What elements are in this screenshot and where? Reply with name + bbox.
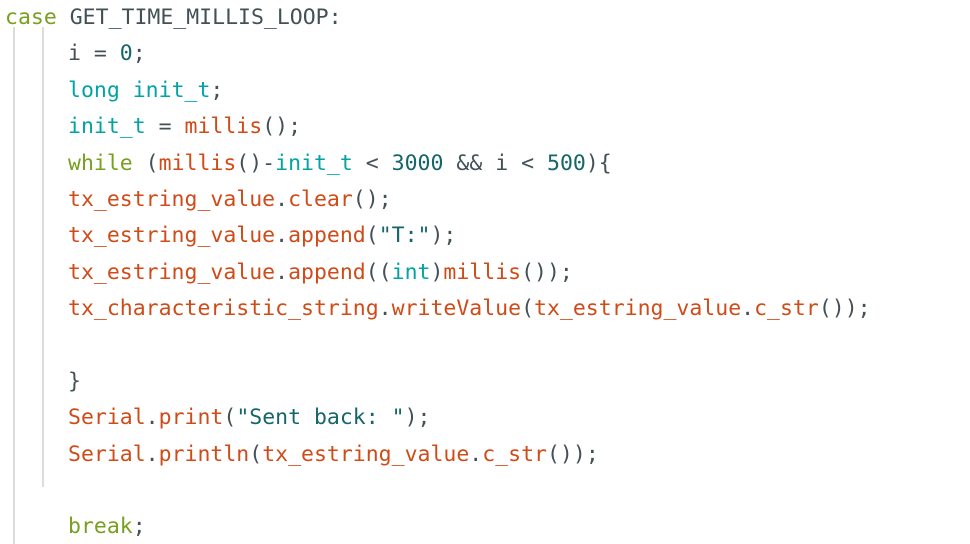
code-token-plain: (( [365, 259, 392, 285]
code-token-plain: . [469, 441, 483, 467]
code-line[interactable]: tx_estring_value.append((int)millis()); [0, 255, 970, 291]
code-token-plain: ( [521, 296, 535, 322]
code-line[interactable]: case GET_TIME_MILLIS_LOOP: [0, 0, 970, 36]
code-token-fn: millis [158, 150, 237, 176]
code-token-plain: ()); [521, 259, 573, 285]
code-token-plain: = [145, 114, 185, 140]
code-token-fn: print [158, 405, 224, 431]
code-token-plain: . [145, 441, 159, 467]
code-line[interactable]: while (millis()-init_t < 3000 && i < 500… [0, 146, 970, 182]
code-token-plain: = [93, 41, 120, 67]
code-token-plain: ; [210, 77, 224, 103]
code-line[interactable]: } [0, 364, 970, 400]
code-token-fn: tx_estring_value [68, 223, 276, 249]
code-token-fn: tx_characteristic_string [68, 296, 379, 322]
code-token-plain: } [68, 368, 81, 394]
code-line[interactable]: break; [0, 509, 970, 544]
code-token-fn: writeValue [391, 296, 522, 322]
code-line[interactable] [0, 473, 970, 509]
code-token-plain: . [145, 405, 159, 431]
code-token-fn: println [158, 441, 250, 467]
code-token-fn: clear [288, 186, 353, 212]
code-token-plain: . [275, 259, 289, 285]
code-token-type: init_t [275, 150, 353, 176]
code-token-kw: while [68, 150, 133, 176]
code-token-kw: break [68, 514, 133, 540]
code-token-fn: append [288, 223, 366, 249]
code-token-fn: append [288, 259, 366, 285]
code-token-type: long [68, 77, 120, 103]
code-token-plain: ){ [585, 150, 612, 176]
code-token-plain: (); [262, 114, 302, 140]
code-token-fn: c_str [754, 296, 819, 322]
code-token-plain: ( [223, 405, 237, 431]
code-token-plain: . [741, 296, 755, 322]
code-token-type: init_t [132, 77, 211, 103]
code-token-num: 3000 [391, 150, 444, 176]
code-token-plain: (); [352, 186, 392, 212]
code-token-fn: Serial [68, 441, 146, 467]
code-token-plain: i [68, 41, 94, 67]
code-token-fn: tx_estring_value [68, 186, 276, 212]
code-line[interactable]: i = 0; [0, 36, 970, 72]
code-token-fn: tx_estring_value [68, 259, 276, 285]
code-editor-surface: case GET_TIME_MILLIS_LOOP: i = 0; long ini… [0, 0, 970, 544]
code-token-str: "T:" [378, 223, 431, 249]
code-token-plain: ()); [546, 441, 599, 467]
code-token-plain: ( [365, 223, 379, 249]
code-line[interactable] [0, 328, 970, 364]
code-token-fn: tx_estring_value [262, 441, 470, 467]
code-line[interactable]: Serial.print("Sent back: "); [0, 400, 970, 436]
code-token-type: init_t [68, 114, 146, 140]
code-token-plain: . [378, 296, 392, 322]
code-token-fn: millis [184, 114, 263, 140]
code-token-plain: ( [249, 441, 263, 467]
code-token-type: int [391, 259, 431, 285]
code-token-plain: ; [132, 41, 146, 67]
code-token-plain: ()- [236, 150, 276, 176]
code-token-fn: c_str [482, 441, 547, 467]
code-token-plain: ()); [818, 296, 871, 322]
code-token-plain: ); [430, 223, 457, 249]
code-token-plain: ( [132, 150, 159, 176]
code-token-plain: ; [132, 514, 146, 540]
code-token-plain: && i < [443, 150, 547, 176]
code-line[interactable]: Serial.println(tx_estring_value.c_str())… [0, 437, 970, 473]
code-token-plain: . [275, 223, 289, 249]
code-token-fn: millis [443, 259, 522, 285]
code-token-plain: ) [430, 259, 444, 285]
code-token-fn: tx_estring_value [534, 296, 742, 322]
code-token-num: 500 [547, 150, 586, 176]
code-token-kw: case [5, 5, 57, 30]
code-token-fn: Serial [68, 405, 146, 431]
code-line[interactable]: long init_t; [0, 73, 970, 109]
code-line[interactable]: tx_estring_value.append("T:"); [0, 218, 970, 254]
code-token-num: 0 [119, 41, 133, 67]
code-token-str: "Sent back: " [236, 405, 405, 431]
code-token-plain: ); [404, 405, 431, 431]
code-token-plain: < [352, 150, 392, 176]
code-token-plain: . [275, 186, 289, 212]
code-token-plain: GET_TIME_MILLIS_LOOP: [69, 5, 342, 30]
code-line[interactable]: init_t = millis(); [0, 109, 970, 145]
code-block[interactable]: case GET_TIME_MILLIS_LOOP: i = 0; long ini… [0, 0, 970, 544]
code-line[interactable]: tx_characteristic_string.writeValue(tx_e… [0, 291, 970, 327]
code-line[interactable]: tx_estring_value.clear(); [0, 182, 970, 218]
